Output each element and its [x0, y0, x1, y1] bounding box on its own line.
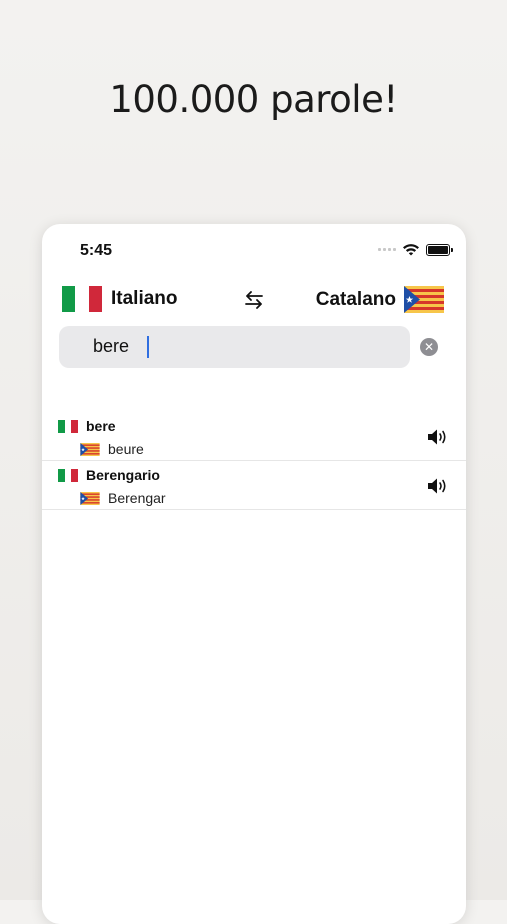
result-source: Berengario	[58, 467, 160, 483]
results-list: bere beure Berengario Berengar	[42, 412, 466, 510]
headline: 100.000 parole!	[109, 78, 398, 121]
result-translation: beure	[80, 441, 144, 457]
result-source-text: bere	[86, 418, 116, 434]
swap-languages-icon[interactable]	[242, 288, 266, 312]
phone-screen: 5:45 Italiano Catalano bere ✕ bere beure…	[42, 224, 466, 924]
speaker-icon[interactable]	[426, 427, 448, 447]
battery-icon	[426, 243, 453, 256]
result-row[interactable]: bere beure	[42, 412, 466, 461]
status-time: 5:45	[80, 242, 113, 259]
result-translation-text: Berengar	[108, 490, 166, 506]
source-language-label: Italiano	[111, 288, 178, 309]
search-input[interactable]	[93, 336, 393, 357]
target-language-selector[interactable]: Catalano	[316, 286, 444, 313]
clear-search-icon[interactable]: ✕	[420, 338, 438, 356]
catalonia-flag-icon	[80, 491, 100, 505]
italy-flag-icon	[58, 468, 79, 482]
signal-icon	[378, 248, 396, 251]
search-field[interactable]	[59, 326, 410, 368]
catalonia-flag-icon	[404, 286, 444, 313]
result-translation: Berengar	[80, 490, 166, 506]
wifi-icon	[403, 244, 419, 256]
status-bar: 5:45	[42, 224, 466, 274]
result-source: bere	[58, 418, 116, 434]
text-caret	[147, 336, 149, 358]
status-icons	[378, 243, 453, 256]
language-bar: Italiano Catalano	[42, 282, 466, 318]
catalonia-flag-icon	[80, 442, 100, 456]
source-language-selector[interactable]: Italiano	[62, 286, 178, 312]
speaker-icon[interactable]	[426, 476, 448, 496]
result-translation-text: beure	[108, 441, 144, 457]
italy-flag-icon	[62, 286, 102, 312]
target-language-label: Catalano	[315, 288, 396, 310]
result-source-text: Berengario	[86, 467, 160, 483]
italy-flag-icon	[58, 419, 79, 433]
result-row[interactable]: Berengario Berengar	[42, 461, 466, 510]
